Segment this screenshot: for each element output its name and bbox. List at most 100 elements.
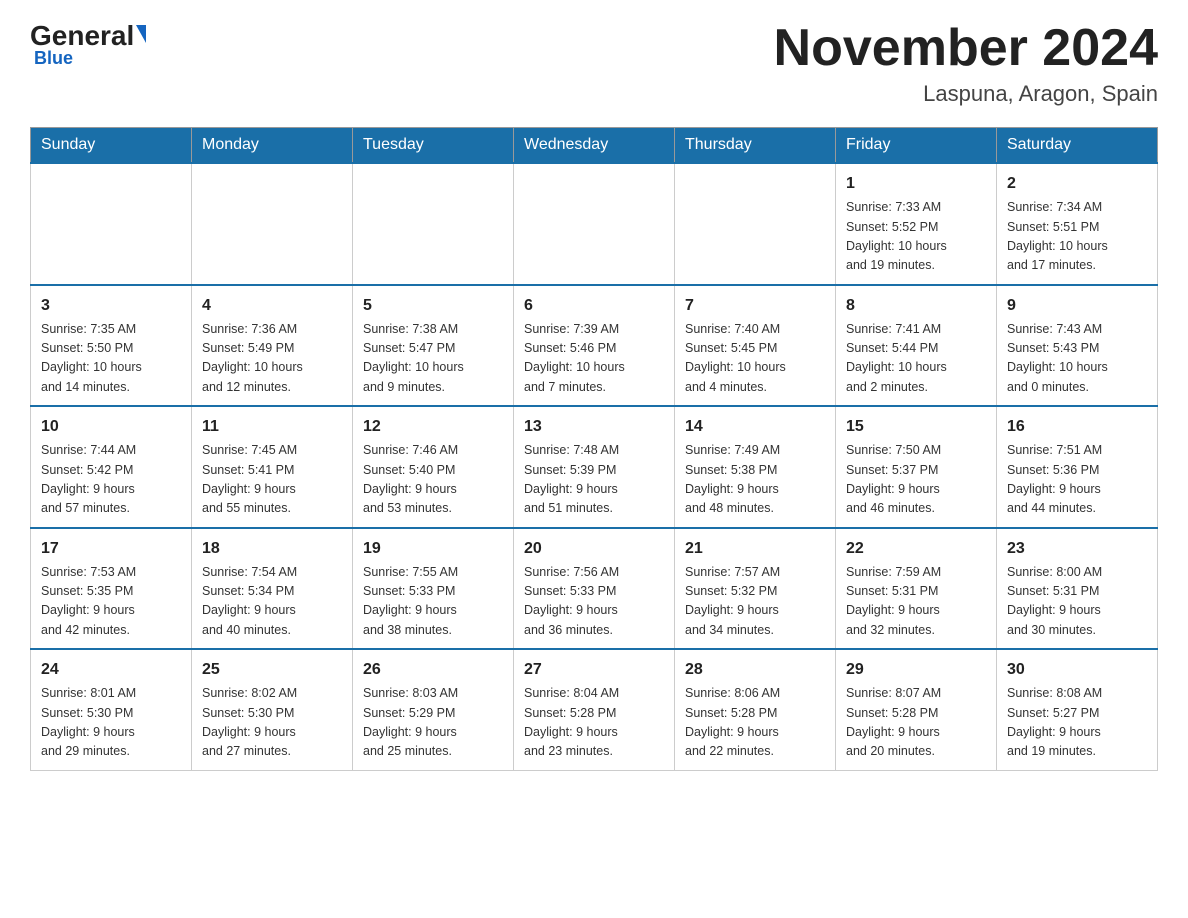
table-row: 14Sunrise: 7:49 AMSunset: 5:38 PMDayligh…: [675, 406, 836, 528]
weekday-header-wednesday: Wednesday: [514, 128, 675, 164]
day-number: 15: [846, 415, 986, 439]
day-number: 12: [363, 415, 503, 439]
weekday-header-row: SundayMondayTuesdayWednesdayThursdayFrid…: [31, 128, 1158, 164]
day-number: 29: [846, 658, 986, 682]
table-row: 7Sunrise: 7:40 AMSunset: 5:45 PMDaylight…: [675, 285, 836, 407]
day-number: 2: [1007, 172, 1147, 196]
table-row: 27Sunrise: 8:04 AMSunset: 5:28 PMDayligh…: [514, 649, 675, 770]
day-number: 24: [41, 658, 181, 682]
day-info: Sunrise: 7:34 AMSunset: 5:51 PMDaylight:…: [1007, 198, 1147, 276]
day-info: Sunrise: 7:35 AMSunset: 5:50 PMDaylight:…: [41, 320, 181, 398]
day-info: Sunrise: 7:55 AMSunset: 5:33 PMDaylight:…: [363, 563, 503, 641]
table-row: 8Sunrise: 7:41 AMSunset: 5:44 PMDaylight…: [836, 285, 997, 407]
table-row: [514, 163, 675, 285]
table-row: 2Sunrise: 7:34 AMSunset: 5:51 PMDaylight…: [997, 163, 1158, 285]
weekday-header-thursday: Thursday: [675, 128, 836, 164]
day-number: 7: [685, 294, 825, 318]
day-info: Sunrise: 8:02 AMSunset: 5:30 PMDaylight:…: [202, 684, 342, 762]
day-info: Sunrise: 8:01 AMSunset: 5:30 PMDaylight:…: [41, 684, 181, 762]
table-row: 17Sunrise: 7:53 AMSunset: 5:35 PMDayligh…: [31, 528, 192, 650]
location-title: Laspuna, Aragon, Spain: [774, 81, 1158, 107]
day-info: Sunrise: 7:56 AMSunset: 5:33 PMDaylight:…: [524, 563, 664, 641]
table-row: 25Sunrise: 8:02 AMSunset: 5:30 PMDayligh…: [192, 649, 353, 770]
table-row: 26Sunrise: 8:03 AMSunset: 5:29 PMDayligh…: [353, 649, 514, 770]
day-number: 5: [363, 294, 503, 318]
table-row: 19Sunrise: 7:55 AMSunset: 5:33 PMDayligh…: [353, 528, 514, 650]
day-number: 27: [524, 658, 664, 682]
day-info: Sunrise: 7:41 AMSunset: 5:44 PMDaylight:…: [846, 320, 986, 398]
table-row: 6Sunrise: 7:39 AMSunset: 5:46 PMDaylight…: [514, 285, 675, 407]
day-number: 8: [846, 294, 986, 318]
day-number: 6: [524, 294, 664, 318]
table-row: 15Sunrise: 7:50 AMSunset: 5:37 PMDayligh…: [836, 406, 997, 528]
week-row-3: 10Sunrise: 7:44 AMSunset: 5:42 PMDayligh…: [31, 406, 1158, 528]
table-row: 18Sunrise: 7:54 AMSunset: 5:34 PMDayligh…: [192, 528, 353, 650]
day-number: 30: [1007, 658, 1147, 682]
table-row: 21Sunrise: 7:57 AMSunset: 5:32 PMDayligh…: [675, 528, 836, 650]
day-info: Sunrise: 7:39 AMSunset: 5:46 PMDaylight:…: [524, 320, 664, 398]
day-info: Sunrise: 8:08 AMSunset: 5:27 PMDaylight:…: [1007, 684, 1147, 762]
day-number: 11: [202, 415, 342, 439]
weekday-header-friday: Friday: [836, 128, 997, 164]
weekday-header-saturday: Saturday: [997, 128, 1158, 164]
day-info: Sunrise: 7:33 AMSunset: 5:52 PMDaylight:…: [846, 198, 986, 276]
day-number: 25: [202, 658, 342, 682]
week-row-4: 17Sunrise: 7:53 AMSunset: 5:35 PMDayligh…: [31, 528, 1158, 650]
day-info: Sunrise: 7:59 AMSunset: 5:31 PMDaylight:…: [846, 563, 986, 641]
month-title: November 2024: [774, 20, 1158, 77]
day-info: Sunrise: 8:06 AMSunset: 5:28 PMDaylight:…: [685, 684, 825, 762]
day-info: Sunrise: 8:00 AMSunset: 5:31 PMDaylight:…: [1007, 563, 1147, 641]
day-info: Sunrise: 7:43 AMSunset: 5:43 PMDaylight:…: [1007, 320, 1147, 398]
day-info: Sunrise: 7:51 AMSunset: 5:36 PMDaylight:…: [1007, 441, 1147, 519]
day-number: 3: [41, 294, 181, 318]
weekday-header-tuesday: Tuesday: [353, 128, 514, 164]
week-row-2: 3Sunrise: 7:35 AMSunset: 5:50 PMDaylight…: [31, 285, 1158, 407]
table-row: 9Sunrise: 7:43 AMSunset: 5:43 PMDaylight…: [997, 285, 1158, 407]
day-number: 22: [846, 537, 986, 561]
day-info: Sunrise: 7:38 AMSunset: 5:47 PMDaylight:…: [363, 320, 503, 398]
table-row: [353, 163, 514, 285]
table-row: [192, 163, 353, 285]
table-row: 13Sunrise: 7:48 AMSunset: 5:39 PMDayligh…: [514, 406, 675, 528]
table-row: [31, 163, 192, 285]
day-number: 17: [41, 537, 181, 561]
day-info: Sunrise: 7:53 AMSunset: 5:35 PMDaylight:…: [41, 563, 181, 641]
table-row: 23Sunrise: 8:00 AMSunset: 5:31 PMDayligh…: [997, 528, 1158, 650]
day-info: Sunrise: 8:03 AMSunset: 5:29 PMDaylight:…: [363, 684, 503, 762]
day-number: 14: [685, 415, 825, 439]
day-number: 28: [685, 658, 825, 682]
table-row: 4Sunrise: 7:36 AMSunset: 5:49 PMDaylight…: [192, 285, 353, 407]
day-number: 4: [202, 294, 342, 318]
day-number: 23: [1007, 537, 1147, 561]
table-row: 12Sunrise: 7:46 AMSunset: 5:40 PMDayligh…: [353, 406, 514, 528]
logo-blue: Blue: [34, 48, 146, 69]
table-row: 1Sunrise: 7:33 AMSunset: 5:52 PMDaylight…: [836, 163, 997, 285]
day-info: Sunrise: 7:40 AMSunset: 5:45 PMDaylight:…: [685, 320, 825, 398]
table-row: [675, 163, 836, 285]
day-number: 10: [41, 415, 181, 439]
week-row-5: 24Sunrise: 8:01 AMSunset: 5:30 PMDayligh…: [31, 649, 1158, 770]
table-row: 5Sunrise: 7:38 AMSunset: 5:47 PMDaylight…: [353, 285, 514, 407]
table-row: 3Sunrise: 7:35 AMSunset: 5:50 PMDaylight…: [31, 285, 192, 407]
day-info: Sunrise: 8:04 AMSunset: 5:28 PMDaylight:…: [524, 684, 664, 762]
header: General Blue November 2024 Laspuna, Arag…: [30, 20, 1158, 107]
day-info: Sunrise: 7:49 AMSunset: 5:38 PMDaylight:…: [685, 441, 825, 519]
day-number: 9: [1007, 294, 1147, 318]
title-area: November 2024 Laspuna, Aragon, Spain: [774, 20, 1158, 107]
table-row: 20Sunrise: 7:56 AMSunset: 5:33 PMDayligh…: [514, 528, 675, 650]
day-number: 21: [685, 537, 825, 561]
weekday-header-monday: Monday: [192, 128, 353, 164]
calendar-table: SundayMondayTuesdayWednesdayThursdayFrid…: [30, 127, 1158, 771]
day-info: Sunrise: 8:07 AMSunset: 5:28 PMDaylight:…: [846, 684, 986, 762]
table-row: 11Sunrise: 7:45 AMSunset: 5:41 PMDayligh…: [192, 406, 353, 528]
day-number: 18: [202, 537, 342, 561]
day-info: Sunrise: 7:45 AMSunset: 5:41 PMDaylight:…: [202, 441, 342, 519]
table-row: 24Sunrise: 8:01 AMSunset: 5:30 PMDayligh…: [31, 649, 192, 770]
table-row: 22Sunrise: 7:59 AMSunset: 5:31 PMDayligh…: [836, 528, 997, 650]
table-row: 29Sunrise: 8:07 AMSunset: 5:28 PMDayligh…: [836, 649, 997, 770]
day-info: Sunrise: 7:36 AMSunset: 5:49 PMDaylight:…: [202, 320, 342, 398]
day-info: Sunrise: 7:48 AMSunset: 5:39 PMDaylight:…: [524, 441, 664, 519]
day-info: Sunrise: 7:50 AMSunset: 5:37 PMDaylight:…: [846, 441, 986, 519]
logo-triangle-icon: [136, 25, 146, 43]
day-number: 13: [524, 415, 664, 439]
